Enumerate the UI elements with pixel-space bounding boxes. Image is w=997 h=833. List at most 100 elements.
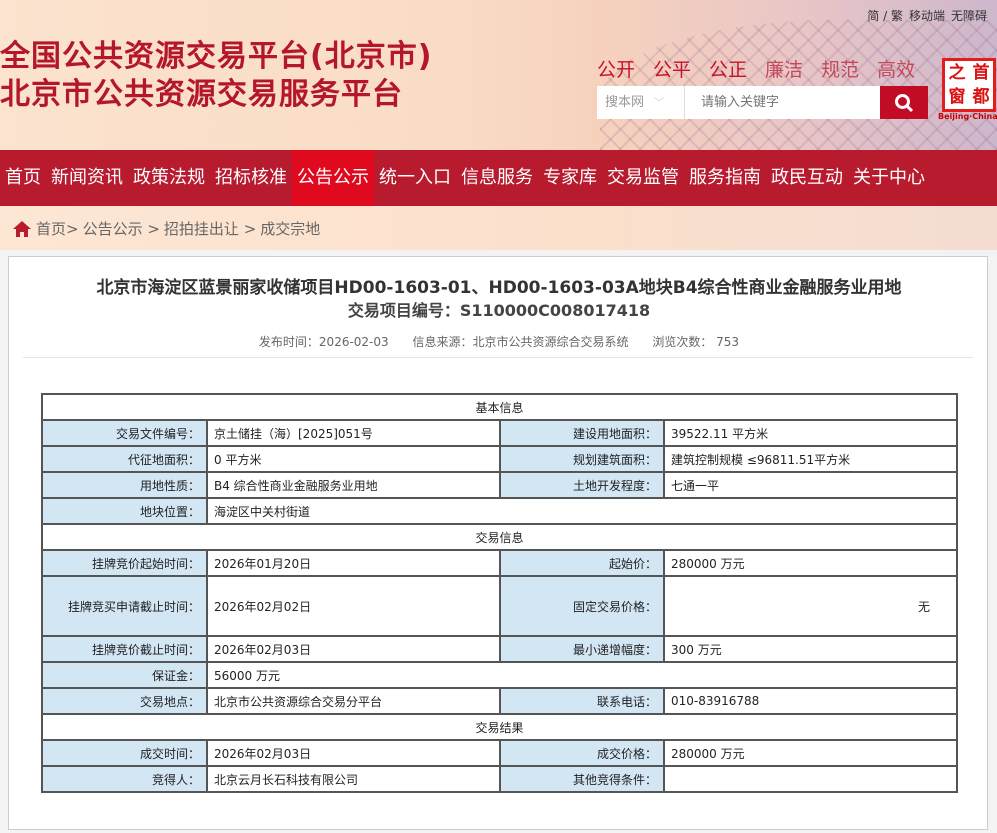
field-label: 保证金： [41,661,208,689]
search-button[interactable] [880,86,928,119]
mobile-link[interactable]: 移动端 [909,7,945,24]
field-value: 北京云月长石科技有限公司 [206,765,501,793]
header-banner-image [600,20,997,150]
logo-char: 窗 [948,87,966,107]
nav-announcements[interactable]: 公告公示 [292,150,374,206]
nav-about[interactable]: 关于中心 [848,150,930,206]
nav-interaction[interactable]: 政民互动 [766,150,848,206]
article-title: 北京市海淀区蓝景丽家收储项目HD00-1603-01、HD00-1603-03A… [96,278,902,298]
field-label: 其他竞得条件： [499,765,665,793]
top-links: 简 / 繁 移动端 无障碍 [867,7,987,24]
breadcrumb-auction[interactable]: 招拍挂出让 > [164,218,256,239]
field-label: 挂牌竞买申请截止时间： [41,575,208,637]
field-value: 280000 万元 [663,739,958,767]
search-scope-select[interactable]: 搜本网 ﹀ [597,86,685,119]
search-input[interactable] [685,86,880,119]
breadcrumb-announcements[interactable]: 公告公示 > [83,218,160,239]
field-value: 2026年02月03日 [206,635,501,663]
article-meta: 发布时间：2026-02-03 信息来源：北京市公共资源综合交易系统 浏览次数：… [9,333,989,350]
field-label: 联系电话： [499,687,665,715]
field-label: 最小递增幅度： [499,635,665,663]
field-value: 北京市公共资源综合交易分平台 [206,687,501,715]
field-label: 挂牌竞价截止时间： [41,635,208,663]
site-title: 全国公共资源交易平台(北京市) 北京市公共资源交易服务平台 [0,38,432,114]
info-source: 信息来源：北京市公共资源综合交易系统 [412,335,629,349]
field-value: 010-83916788 [663,687,958,715]
section-deal-result: 交易结果 [41,713,958,741]
nav-supervision[interactable]: 交易监管 [602,150,684,206]
table-row: 成交时间： 2026年02月03日 成交价格： 280000 万元 [41,739,958,767]
home-icon [13,220,31,237]
capital-window-logo[interactable]: 之首窗都 [942,58,996,112]
field-label: 竞得人： [41,765,208,793]
field-label: 成交时间： [41,739,208,767]
table-row: 地块位置： 海淀区中关村街道 [41,497,958,525]
table-row: 挂牌竞买申请截止时间： 2026年02月02日 固定交易价格：无 [41,575,958,637]
divider [23,357,973,358]
table-row: 保证金： 56000 万元 [41,661,958,689]
section-header-row: 基本信息 [41,393,958,421]
breadcrumb: 首页> 公告公示 > 招拍挂出让 > 成交宗地 [12,218,320,239]
field-value: 2026年01月20日 [206,549,501,577]
field-value: 300 万元 [663,635,958,663]
section-basic-info: 基本信息 [41,393,958,421]
table-row: 竞得人： 北京云月长石科技有限公司 其他竞得条件： [41,765,958,793]
nav-info-service[interactable]: 信息服务 [456,150,538,206]
field-label: 成交价格： [499,739,665,767]
table-row: 用地性质： B4 综合性商业金融服务业用地 土地开发程度： 七通一平 [41,471,958,499]
search-icon [895,93,914,112]
logo-subtitle: Beijing·China [938,112,997,121]
table-row: 交易地点： 北京市公共资源综合交易分平台 联系电话： 010-83916788 [41,687,958,715]
section-header-row: 交易结果 [41,713,958,741]
field-value: 京土储挂（海）[2025]051号 [206,419,501,447]
nav-unified-entry[interactable]: 统一入口 [374,150,456,206]
field-value: 56000 万元 [206,661,958,689]
site-title-line2: 北京市公共资源交易服务平台 [0,77,403,112]
nav-news[interactable]: 新闻资讯 [46,150,128,206]
field-value: B4 综合性商业金融服务业用地 [206,471,501,499]
table-row: 交易文件编号： 京土储挂（海）[2025]051号 建设用地面积： 39522.11 … [41,419,958,447]
nav-bidding-approval[interactable]: 招标核准 [210,150,292,206]
section-trade-info: 交易信息 [41,523,958,551]
slogans: 公开 公平 公正 廉洁 规范 高效 [597,55,915,82]
field-value: 七通一平 [663,471,958,499]
field-label: 土地开发程度： [499,471,665,499]
main-nav: 首页 新闻资讯 政策法规 招标核准 公告公示 统一入口 信息服务 专家库 交易监… [0,150,997,206]
breadcrumb-bar: 首页> 公告公示 > 招拍挂出让 > 成交宗地 [0,206,997,250]
nav-service-guide[interactable]: 服务指南 [684,150,766,206]
field-value: 39522.11 平方米 [663,419,958,447]
publish-date: 发布时间：2026-02-03 [258,335,389,349]
field-value: 建筑控制规模 ≤96811.51平方米 [663,445,958,473]
field-label: 起始价： [499,549,665,577]
lang-switch-link[interactable]: 简 / 繁 [867,7,903,24]
chevron-down-icon: ﹀ [654,98,665,109]
field-value: 0 平方米 [206,445,501,473]
slogan: 高效 [877,59,916,81]
field-value: 无 [663,575,958,637]
field-label: 固定交易价格： [499,575,665,637]
field-value: 2026年02月02日 [206,575,501,637]
slogan: 公平 [653,59,692,81]
slogan: 公开 [597,59,636,81]
field-label: 建设用地面积： [499,419,665,447]
table-row: 挂牌竞价截止时间： 2026年02月03日 最小递增幅度： 300 万元 [41,635,958,663]
field-value [663,765,958,793]
search-bar: 搜本网 ﹀ [597,86,928,119]
accessibility-link[interactable]: 无障碍 [951,7,987,24]
slogan: 公正 [709,59,748,81]
slogan: 规范 [821,59,860,81]
nav-expert-pool[interactable]: 专家库 [538,150,602,206]
field-label: 地块位置： [41,497,208,525]
slogan: 廉洁 [765,59,804,81]
nav-policy[interactable]: 政策法规 [128,150,210,206]
table-row: 代征地面积： 0 平方米 规划建筑面积： 建筑控制规模 ≤96811.51平方米 [41,445,958,473]
nav-home[interactable]: 首页 [0,150,46,206]
breadcrumb-deal-land[interactable]: 成交宗地 [260,218,320,239]
logo-char: 之 [948,63,966,83]
view-count: 浏览次数： 753 [652,335,740,349]
logo-char: 都 [972,87,990,107]
breadcrumb-home[interactable]: 首页> [36,218,79,239]
field-label: 代征地面积： [41,445,208,473]
field-label: 交易地点： [41,687,208,715]
logo-char: 首 [972,63,990,83]
